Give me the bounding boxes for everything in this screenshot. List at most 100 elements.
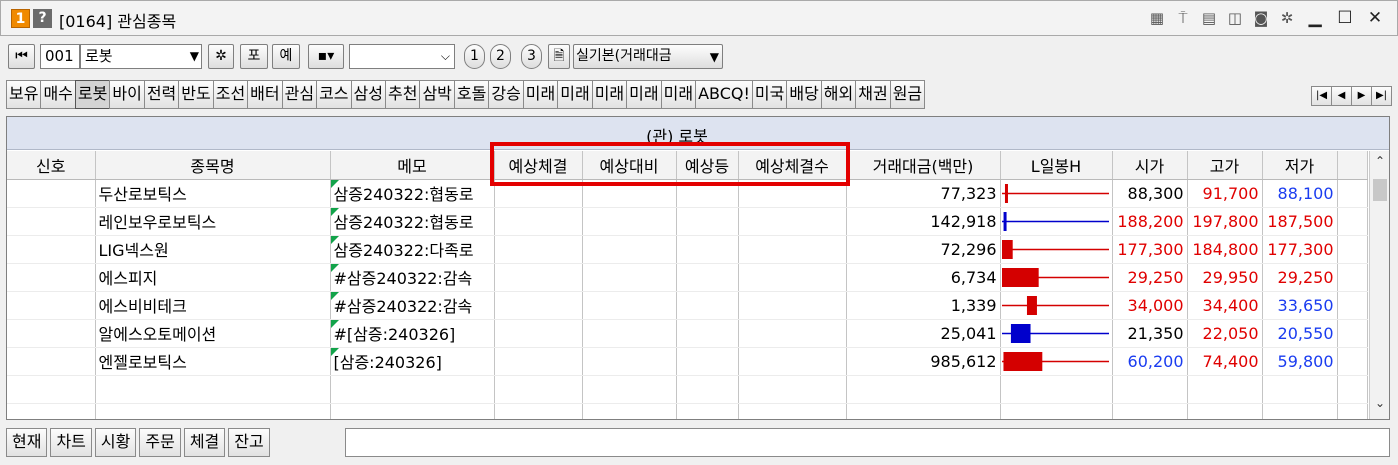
first-page-icon[interactable]: |◀ [1311,86,1332,106]
camera-icon[interactable]: ◙ [1251,8,1271,28]
column-header[interactable]: 종목명 [95,151,331,180]
category-tab[interactable]: 조선 [212,80,249,109]
memo-cell[interactable]: #[삼증:240326] [330,319,495,348]
stock-name-cell[interactable]: 두산로보틱스 [95,179,331,208]
sort-select[interactable]: 실기본(거래대금 ▼ [573,44,723,69]
column-header[interactable]: 시가 [1112,151,1188,180]
category-tab[interactable]: 바이 [109,80,145,109]
category-tab[interactable]: 채권 [855,80,891,109]
close-icon[interactable]: ✕ [1363,8,1387,28]
column-header[interactable]: 거래대금(백만) [846,151,1001,180]
document-button[interactable]: 🗎 [548,44,570,69]
column-header[interactable]: 신호 [7,151,96,180]
column-header[interactable]: L일봉H [1000,151,1113,180]
vertical-scrollbar[interactable]: ⌃ ⌄ [1369,151,1389,419]
po-button[interactable]: 포 [240,44,268,69]
category-tab[interactable]: 로봇 [74,80,111,109]
category-tab[interactable]: 원금 [889,80,926,109]
gear-button[interactable]: ✲ [208,44,234,69]
bottom-tab[interactable]: 시황 [94,428,137,457]
group-number-field[interactable]: 001 [40,44,80,69]
category-tab[interactable]: 미래 [626,80,662,109]
bottom-tab[interactable]: 체결 [183,428,226,457]
category-tab[interactable]: 배당 [786,80,822,109]
column-header[interactable]: 고가 [1187,151,1263,180]
column-header[interactable]: 예상체결수 [738,151,847,180]
category-tab[interactable]: 매수 [40,80,76,109]
table-row[interactable]: 두산로보틱스 삼증240322:협동로 77,323 88,300 91,700 88,1… [7,179,1368,208]
stock-name-cell[interactable]: LIG넥스원 [95,235,331,264]
first-group-button[interactable]: ⏮ [8,44,35,69]
category-tab[interactable]: 강승 [488,80,524,109]
column-header[interactable]: 메모 [330,151,495,180]
table-row[interactable]: 에스비비테크 #삼증240322:감속 1,339 34,000 34,400 33,65… [7,291,1368,320]
category-tab[interactable]: 전력 [143,80,180,109]
display-mode-button[interactable]: ▪▾ [308,44,344,69]
maximize-icon[interactable]: ☐ [1333,8,1357,28]
memo-cell[interactable]: 삼증240322:다족로 [330,235,495,264]
memo-cell[interactable]: #삼증240322:감속 [330,263,495,292]
category-tab[interactable]: ABCQ! [695,80,753,109]
table-row[interactable]: 알에스오토메이션 #[삼증:240326] 25,041 21,350 22,050 20… [7,319,1368,348]
table-row[interactable]: LIG넥스원 삼증240322:다족로 72,296 177,300 184,800 17… [7,235,1368,264]
category-tab[interactable]: 미래 [591,80,628,109]
column-header[interactable]: 예상체결 [494,151,583,180]
column-header[interactable]: 저가 [1262,151,1338,180]
table-row[interactable]: 에스피지 #삼증240322:감속 6,734 29,250 29,950 29,250 [7,263,1368,292]
page-1-button[interactable]: 1 [464,44,485,69]
stock-name-cell[interactable] [95,403,331,419]
pin-icon[interactable]: ⍑ [1173,8,1193,28]
bottom-input[interactable] [345,428,1390,457]
category-tab[interactable]: 배터 [247,80,283,109]
category-tab[interactable]: 미래 [522,80,559,109]
grid-icon[interactable]: ▦ [1147,8,1167,28]
stock-name-cell[interactable]: 알에스오토메이션 [95,319,331,348]
page-3-button[interactable]: 3 [521,44,542,69]
stock-name-cell[interactable] [95,375,331,404]
category-tab[interactable]: 미국 [751,80,788,109]
column-header[interactable]: 예상대비 [582,151,677,180]
scroll-down-icon[interactable]: ⌄ [1370,396,1389,416]
memo-icon[interactable]: ▤ [1199,8,1219,28]
ye-button[interactable]: 예 [272,44,300,69]
stock-name-cell[interactable]: 에스비비테크 [95,291,331,320]
category-tab[interactable]: 해외 [820,80,857,109]
memo-cell[interactable]: 삼증240322:협동로 [330,207,495,236]
bottom-tab[interactable]: 현재 [6,428,48,457]
prev-page-icon[interactable]: ◀ [1331,86,1352,106]
memo-cell[interactable] [330,403,495,419]
category-tab[interactable]: 호돌 [453,80,490,109]
bottom-tab[interactable]: 차트 [50,428,92,457]
category-tab[interactable]: 삼성 [350,80,386,109]
category-tab[interactable]: 삼박 [419,80,455,109]
table-row[interactable]: 엔젤로보틱스 [삼증:240326] 985,612 60,200 74,400 59,8… [7,347,1368,376]
table-row[interactable] [7,403,1368,419]
category-tab[interactable]: 반도 [178,80,214,109]
stock-name-cell[interactable]: 에스피지 [95,263,331,292]
stock-name-cell[interactable]: 엔젤로보틱스 [95,347,331,376]
memo-cell[interactable]: 삼증240322:협동로 [330,179,495,208]
memo-cell[interactable]: [삼증:240326] [330,347,495,376]
memo-cell[interactable]: #삼증240322:감속 [330,291,495,320]
memo-cell[interactable] [330,375,495,404]
category-tab[interactable]: 코스 [316,80,352,109]
bottom-tab[interactable]: 주문 [139,428,181,457]
category-tab[interactable]: 추천 [384,80,421,109]
screen-number-badge[interactable]: 1 [11,9,30,28]
save-icon[interactable]: ◫ [1225,8,1245,28]
help-button[interactable]: ? [33,9,52,28]
bottom-tab[interactable]: 잔고 [228,428,270,457]
last-page-icon[interactable]: ▶| [1371,86,1392,106]
table-row[interactable] [7,375,1368,404]
code-combo[interactable]: ⌵ [349,44,455,69]
next-page-icon[interactable]: ▶ [1351,86,1372,106]
minimize-icon[interactable]: ▁ [1303,8,1327,28]
scroll-thumb[interactable] [1373,179,1387,201]
page-2-button[interactable]: 2 [490,44,511,69]
group-name-select[interactable]: 로봇 ▼ [80,44,202,69]
column-header[interactable]: 예상등 [676,151,739,180]
category-tab[interactable]: 관심 [281,80,318,109]
table-row[interactable]: 레인보우로보틱스 삼증240322:협동로 142,918 188,200 197,80… [7,207,1368,236]
stock-name-cell[interactable]: 레인보우로보틱스 [95,207,331,236]
gear-icon[interactable]: ✲ [1277,8,1297,28]
